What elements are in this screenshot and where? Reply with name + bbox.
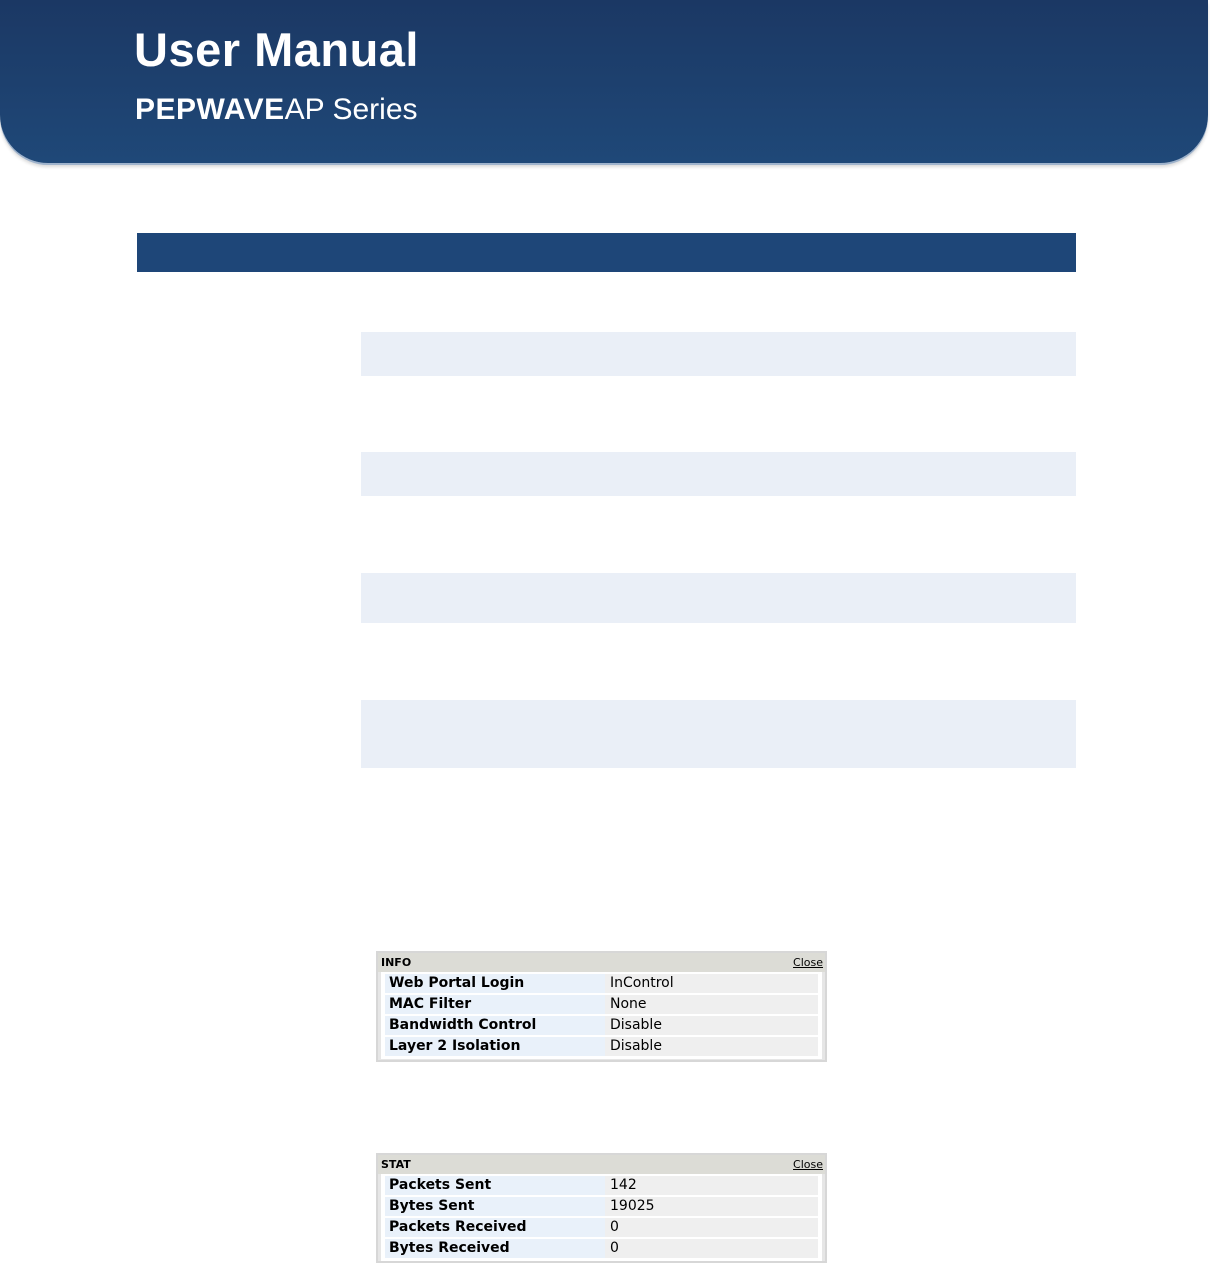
stat-panel-body: Packets Sent 142 Bytes Sent 19025 Packet… xyxy=(381,1174,822,1261)
header-banner: User Manual PEPWAVEAP Series xyxy=(0,0,1208,163)
info-panel: INFO Close Web Portal Login InControl MA… xyxy=(376,951,827,1062)
stat-panel: STAT Close Packets Sent 142 Bytes Sent 1… xyxy=(376,1153,827,1263)
info-panel-title: INFO xyxy=(381,956,412,969)
info-row-label: Layer 2 Isolation xyxy=(385,1037,605,1056)
info-row-label: MAC Filter xyxy=(385,995,605,1014)
stat-row: Bytes Received 0 xyxy=(385,1239,818,1258)
stat-row-value: 19025 xyxy=(605,1197,818,1216)
stat-row-label: Packets Sent xyxy=(385,1176,605,1195)
stat-panel-header: STAT Close xyxy=(378,1155,825,1174)
stat-row-label: Packets Received xyxy=(385,1218,605,1237)
table-row xyxy=(361,700,1076,768)
info-row: MAC Filter None xyxy=(385,995,818,1014)
stat-row: Packets Received 0 xyxy=(385,1218,818,1237)
stat-row: Packets Sent 142 xyxy=(385,1176,818,1195)
stat-panel-title: STAT xyxy=(381,1158,411,1171)
info-panel-body: Web Portal Login InControl MAC Filter No… xyxy=(381,972,822,1059)
info-panel-header: INFO Close xyxy=(378,953,825,972)
info-row-value: None xyxy=(605,995,818,1014)
stat-row-value: 0 xyxy=(605,1239,818,1258)
stat-row: Bytes Sent 19025 xyxy=(385,1197,818,1216)
info-row-value: InControl xyxy=(605,974,818,993)
info-row-label: Web Portal Login xyxy=(385,974,605,993)
manual-title: User Manual xyxy=(134,23,419,76)
info-close-link[interactable]: Close xyxy=(793,956,823,969)
brand-name: PEPWAVE xyxy=(135,93,285,126)
stat-row-value: 0 xyxy=(605,1218,818,1237)
stat-row-label: Bytes Received xyxy=(385,1239,605,1258)
table-row xyxy=(361,452,1076,496)
stat-row-label: Bytes Sent xyxy=(385,1197,605,1216)
stat-row-value: 142 xyxy=(605,1176,818,1195)
table-row xyxy=(361,573,1076,623)
info-row-value: Disable xyxy=(605,1016,818,1035)
series-name: AP Series xyxy=(284,93,418,126)
product-line: PEPWAVEAP Series xyxy=(135,93,418,127)
info-row: Web Portal Login InControl xyxy=(385,974,818,993)
info-row: Layer 2 Isolation Disable xyxy=(385,1037,818,1056)
info-row-label: Bandwidth Control xyxy=(385,1016,605,1035)
table-row xyxy=(361,332,1076,376)
stat-close-link[interactable]: Close xyxy=(793,1158,823,1171)
info-row: Bandwidth Control Disable xyxy=(385,1016,818,1035)
table-header-bar xyxy=(137,233,1076,272)
info-row-value: Disable xyxy=(605,1037,818,1056)
